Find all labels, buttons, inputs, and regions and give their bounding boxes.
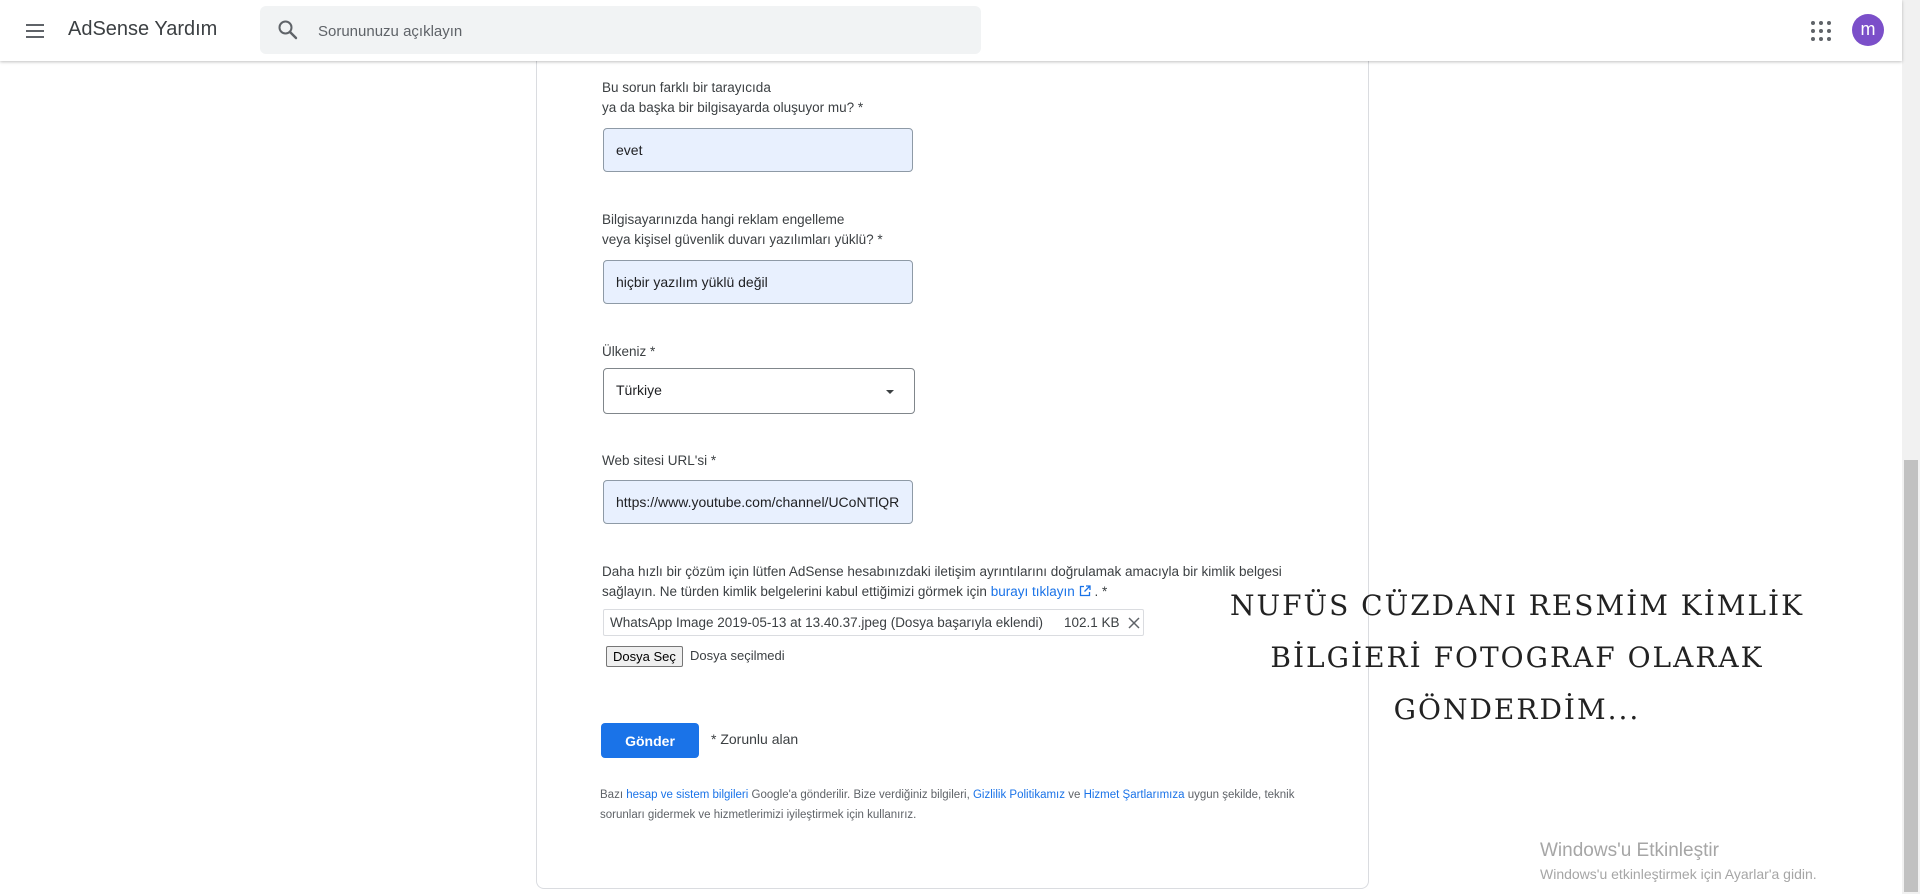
- id-document-instructions: Daha hızlı bir çözüm için lütfen AdSense…: [602, 564, 1282, 599]
- adblock-answer-field[interactable]: [603, 260, 913, 304]
- browser-answer-field[interactable]: [603, 128, 913, 172]
- country-select[interactable]: Türkiye: [603, 368, 915, 414]
- uploaded-file-chip: WhatsApp Image 2019-05-13 at 13.40.37.jp…: [603, 609, 1144, 636]
- page-scrollbar[interactable]: [1902, 0, 1920, 894]
- dropdown-arrow-icon: [886, 390, 894, 394]
- uploaded-file-size: 102.1 KB: [1064, 615, 1120, 630]
- app-title[interactable]: AdSense Yardım: [68, 18, 217, 41]
- country-label: Ülkeniz *: [602, 344, 656, 359]
- windows-activation-title: Windows'u Etkinleştir: [1540, 840, 1719, 861]
- close-icon[interactable]: [1127, 616, 1141, 630]
- required-field-note: * Zorunlu alan: [711, 731, 799, 747]
- hamburger-menu-icon[interactable]: [23, 19, 47, 43]
- account-system-info-link[interactable]: hesap ve sistem bilgileri: [626, 789, 748, 801]
- uploaded-file-name: WhatsApp Image 2019-05-13 at 13.40.37.jp…: [610, 615, 1044, 630]
- search-box[interactable]: [260, 6, 981, 54]
- privacy-footer-note: Bazı hesap ve sistem bilgileri Google'a …: [600, 789, 1295, 821]
- country-selected-value: Türkiye: [616, 382, 662, 398]
- choose-file-button[interactable]: Dosya Seç: [606, 646, 683, 667]
- overlay-annotation-text: NUFÜS CÜZDANI RESMİM KİMLİK BİLGİERİ FOT…: [1229, 589, 1805, 726]
- search-input[interactable]: [316, 18, 960, 44]
- external-link-icon[interactable]: [1079, 585, 1091, 597]
- url-label: Web sitesi URL'si *: [602, 453, 717, 468]
- windows-activation-subtitle: Windows'u etkinleştirmek için Ayarlar'a …: [1540, 866, 1817, 882]
- website-url-field[interactable]: [603, 480, 913, 524]
- scrollbar-thumb[interactable]: [1904, 460, 1918, 892]
- id-info-link[interactable]: burayı tıklayın: [991, 584, 1075, 599]
- adblock-question-label: Bilgisayarınızda hangi reklam engelleme …: [602, 212, 883, 247]
- top-app-bar: AdSense Yardım m: [0, 0, 1902, 61]
- search-icon[interactable]: [276, 18, 300, 42]
- privacy-policy-link[interactable]: Gizlilik Politikamız: [973, 789, 1065, 801]
- terms-of-service-link[interactable]: Hizmet Şartlarımıza: [1084, 789, 1185, 801]
- submit-button[interactable]: Gönder: [601, 723, 699, 758]
- browser-question-label: Bu sorun farklı bir tarayıcıda ya da baş…: [602, 80, 864, 115]
- google-apps-icon[interactable]: [1809, 19, 1833, 43]
- no-file-selected-text: Dosya seçilmedi: [690, 648, 785, 663]
- account-avatar[interactable]: m: [1852, 14, 1884, 46]
